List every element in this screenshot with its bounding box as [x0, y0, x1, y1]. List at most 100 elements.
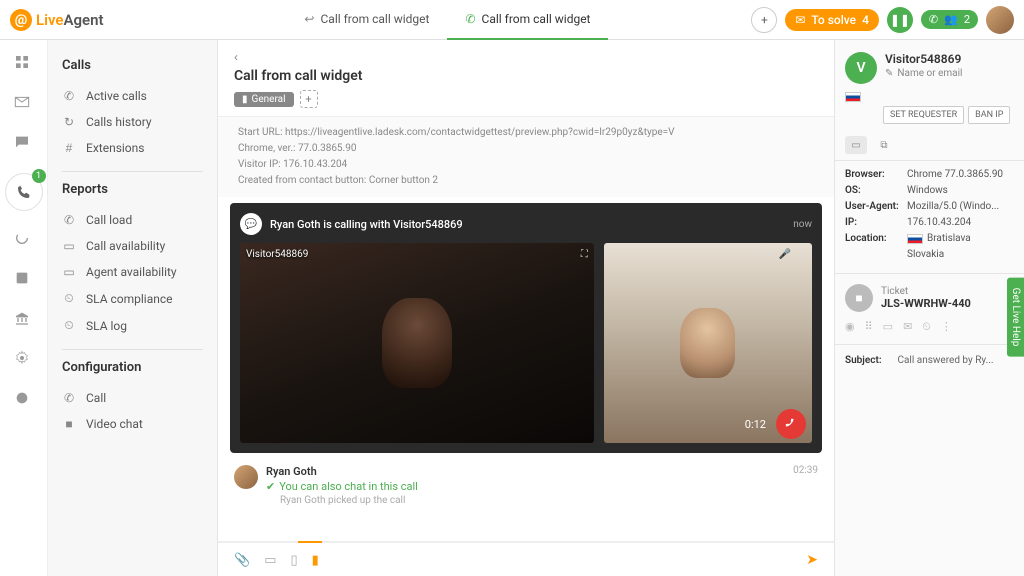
- meta-line: Visitor IP: 176.10.43.204: [238, 157, 814, 173]
- chat-thread: Ryan Goth ✔ You can also chat in this ca…: [218, 459, 834, 518]
- sidebar-item-active-calls[interactable]: ✆Active calls: [62, 83, 203, 109]
- sidebar-item-label: Video chat: [86, 417, 143, 431]
- user-avatar[interactable]: [986, 6, 1014, 34]
- sidebar-item-sla-compliance[interactable]: ⏲SLA compliance: [62, 285, 203, 312]
- calendar-icon: ▭: [62, 239, 76, 253]
- tag-label: General: [252, 94, 286, 105]
- video-icon: ■: [845, 284, 873, 312]
- add-button[interactable]: +: [751, 7, 777, 33]
- agent-avatar: [234, 465, 258, 489]
- sidebar-item-sla-log[interactable]: ⏲SLA log: [62, 312, 203, 339]
- name-email-label: Name or email: [897, 68, 962, 79]
- value: Chrome 77.0.3865.90: [907, 169, 1014, 180]
- phone-icon[interactable]: 1: [6, 174, 42, 210]
- value: Mozilla/5.0 (Windo...: [907, 201, 1014, 212]
- left-rail: 1: [0, 40, 48, 576]
- ticket-section: ■ Ticket JLS-WWRHW-440 ⋮ ◉ ⠿ ▭ ✉ ⏲ ⋮: [835, 274, 1024, 345]
- back-arrow-icon[interactable]: ‹: [234, 50, 238, 64]
- hash-icon: #: [62, 141, 76, 155]
- hangup-button[interactable]: [776, 409, 806, 439]
- sidebar-item-extensions[interactable]: # Extensions: [62, 135, 203, 161]
- chat-icon[interactable]: [14, 134, 34, 154]
- label: Location:: [845, 233, 907, 244]
- sidebar-item-call-load[interactable]: ✆ Call load: [62, 207, 203, 233]
- sidebar-item-label: Call: [86, 391, 106, 405]
- queue-count: 2: [964, 13, 970, 26]
- flag-icon: [907, 234, 923, 244]
- to-solve-pill[interactable]: ✉ To solve 4: [785, 9, 879, 31]
- more-icon[interactable]: ⋮: [941, 320, 952, 334]
- thread-author: Ryan Goth: [266, 465, 785, 478]
- note-icon[interactable]: ▭: [264, 552, 276, 568]
- visitor-name: Visitor548869: [885, 52, 1014, 66]
- bank-icon[interactable]: [14, 310, 34, 330]
- contacts-icon[interactable]: [14, 270, 34, 290]
- gear-icon[interactable]: [14, 350, 34, 370]
- calendar-icon: ▭: [62, 265, 76, 279]
- ban-ip-button[interactable]: BAN IP: [968, 106, 1010, 124]
- mail-icon[interactable]: ✉: [903, 320, 912, 334]
- to-solve-label: To solve: [811, 13, 856, 27]
- sidebar-item-agent-availability[interactable]: ▭Agent availability: [62, 259, 203, 285]
- section-reports: Reports: [62, 182, 203, 197]
- check-icon: ✔: [266, 480, 275, 493]
- sidebar-item-call-config[interactable]: ✆Call: [62, 385, 203, 411]
- star-icon[interactable]: [14, 390, 34, 410]
- canned-icon[interactable]: ▯: [290, 552, 297, 568]
- sidebar-item-label: Extensions: [86, 141, 144, 155]
- call-status-text: Ryan Goth is calling with Visitor548869: [270, 218, 785, 231]
- tab-label: Call from call widget: [482, 12, 591, 26]
- live-help-tab[interactable]: Get Live Help: [1007, 277, 1024, 356]
- pause-button[interactable]: ❚❚: [887, 7, 913, 33]
- link-tab[interactable]: ⧉: [873, 136, 895, 154]
- tab-call-1[interactable]: ↩ Call from call widget: [286, 0, 447, 40]
- sidebar-item-label: Call availability: [86, 239, 165, 253]
- label: Browser:: [845, 169, 907, 180]
- clock-icon: ⏲: [62, 318, 76, 333]
- visitor-info-grid: Browser:Chrome 77.0.3865.90 OS:Windows U…: [835, 161, 1024, 274]
- video-feed-visitor[interactable]: Visitor548869 ⛶: [240, 243, 594, 443]
- chat-bubble-icon: 💬: [240, 213, 262, 235]
- person-icon[interactable]: ◉: [845, 320, 855, 334]
- visitor-avatar: V: [845, 52, 877, 84]
- group-icon[interactable]: ⠿: [865, 320, 873, 334]
- info-tab[interactable]: ▭: [845, 136, 867, 154]
- attach-icon[interactable]: 📎: [234, 552, 250, 568]
- sidebar-item-call-availability[interactable]: ▭ Call availability: [62, 233, 203, 259]
- ticket-label: Ticket: [881, 286, 995, 297]
- thread-message-text: You can also chat in this call: [279, 480, 418, 493]
- phone-icon: ✆: [62, 213, 76, 227]
- clock-icon[interactable]: ⏲: [922, 320, 931, 334]
- folder-icon: ▮: [242, 94, 248, 105]
- sidebar-item-label: Call load: [86, 213, 132, 227]
- thread-system-msg: Ryan Goth picked up the call: [280, 495, 785, 506]
- sidebar-item-calls-history[interactable]: ↻ Calls history: [62, 109, 203, 135]
- logo-text: LiveAgent: [36, 11, 104, 29]
- sidebar-item-video-chat[interactable]: ■Video chat: [62, 411, 203, 437]
- loading-icon[interactable]: [14, 230, 34, 250]
- add-tag-button[interactable]: +: [300, 90, 318, 108]
- mail-icon[interactable]: [14, 94, 34, 114]
- tab-call-2[interactable]: ✆ Call from call widget: [447, 0, 608, 40]
- to-solve-count: 4: [862, 13, 869, 27]
- visitor-edit[interactable]: ✎ Name or email: [885, 68, 1014, 79]
- label: User-Agent:: [845, 201, 907, 212]
- phone-badge: 1: [32, 169, 46, 183]
- video-call-panel: 💬 Ryan Goth is calling with Visitor54886…: [230, 203, 822, 453]
- ticket-id: JLS-WWRHW-440: [881, 297, 995, 310]
- send-button[interactable]: ➤: [806, 551, 818, 568]
- phone-icon: ✆: [929, 13, 938, 26]
- call-timer: 0:12: [745, 418, 766, 431]
- history-icon: ↻: [62, 115, 76, 129]
- queue-pill[interactable]: ✆ 👥 2: [921, 10, 978, 29]
- tag-general[interactable]: ▮ General: [234, 92, 294, 107]
- dashboard-icon[interactable]: [14, 54, 34, 74]
- transfer-icon[interactable]: ▭: [883, 320, 893, 334]
- sidebar-item-label: Calls history: [86, 115, 152, 129]
- value: 176.10.43.204: [907, 217, 1014, 228]
- value: Slovakia: [907, 249, 1014, 260]
- set-requester-button[interactable]: SET REQUESTER: [883, 106, 964, 124]
- logo[interactable]: @ LiveAgent: [10, 9, 104, 31]
- phone-icon: ✆: [465, 12, 475, 26]
- chat-icon[interactable]: ▮: [312, 552, 319, 568]
